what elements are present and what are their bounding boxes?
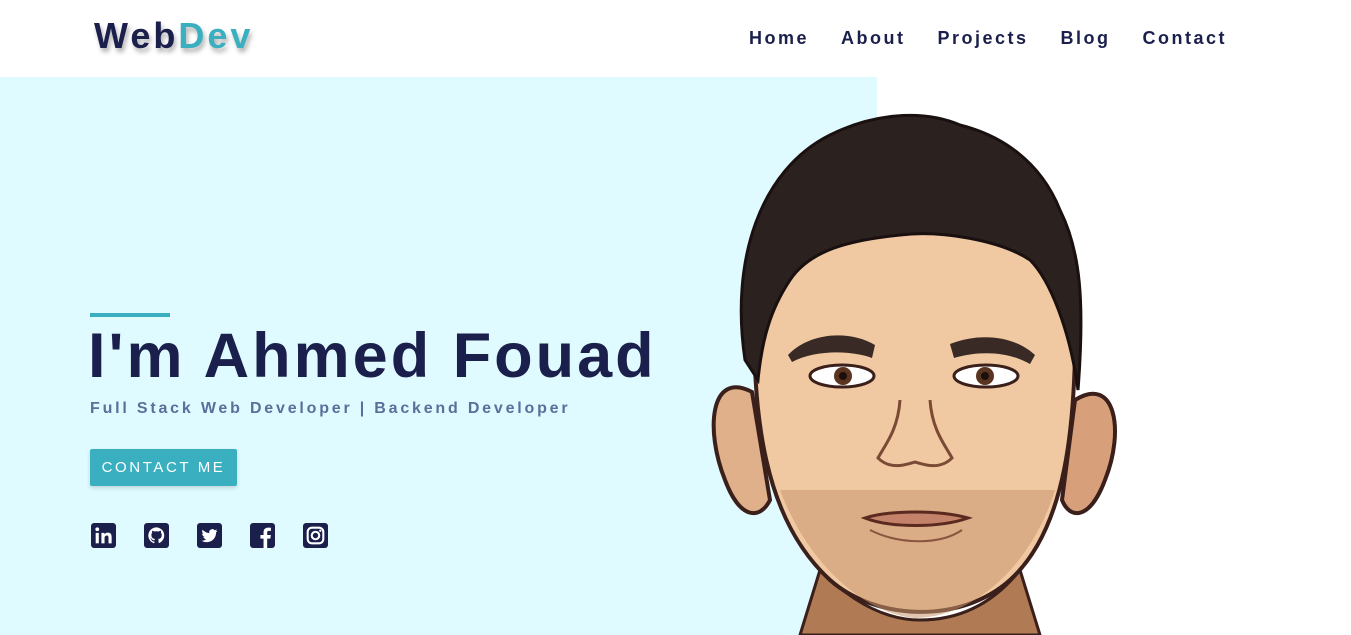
hero-title: I'm Ahmed Fouad <box>88 321 657 391</box>
nav-link-about[interactable]: About <box>841 28 905 48</box>
social-links <box>91 523 328 548</box>
title-accent-line <box>90 313 170 317</box>
contact-me-button[interactable]: CONTACT ME <box>90 449 237 486</box>
nav-link-blog[interactable]: Blog <box>1061 28 1111 48</box>
nav-link-projects[interactable]: Projects <box>937 28 1028 48</box>
logo-part-dev: Dev <box>178 15 254 56</box>
nav-link-contact[interactable]: Contact <box>1143 28 1228 48</box>
instagram-icon[interactable] <box>303 523 328 548</box>
logo-part-web: Web <box>94 15 179 56</box>
nav-link-home[interactable]: Home <box>749 28 809 48</box>
profile-portrait-illustration <box>711 113 1117 635</box>
logo[interactable]: WebDev <box>94 14 253 58</box>
hero-subtitle: Full Stack Web Developer | Backend Devel… <box>90 400 571 417</box>
facebook-icon[interactable] <box>250 523 275 548</box>
linkedin-icon[interactable] <box>91 523 116 548</box>
nav-menu: Home About Projects Blog Contact <box>749 26 1227 50</box>
twitter-icon[interactable] <box>197 523 222 548</box>
navbar: WebDev Home About Projects Blog Contact <box>0 0 1351 77</box>
github-icon[interactable] <box>144 523 169 548</box>
